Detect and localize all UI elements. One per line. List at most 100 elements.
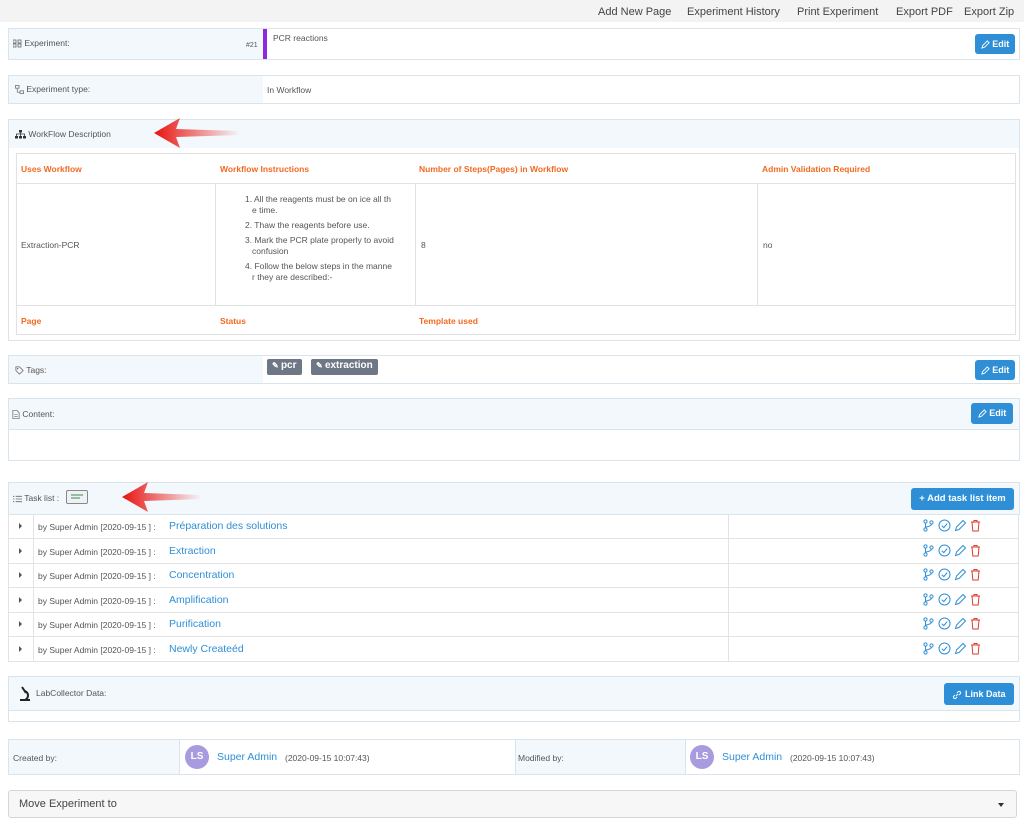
expand-arrow-icon[interactable]: [19, 523, 22, 529]
pencil-icon: [980, 40, 990, 49]
branch-icon[interactable]: [923, 568, 934, 581]
task-title-link[interactable]: Amplification: [169, 594, 229, 606]
task-title-link[interactable]: Concentration: [169, 569, 234, 581]
steps-value: 8: [421, 240, 426, 250]
task-row[interactable]: by Super Admin [2020-09-15 ] : Extraction: [8, 538, 1019, 564]
pencil-icon[interactable]: [954, 642, 967, 655]
check-circle-icon[interactable]: [938, 544, 951, 557]
pencil-icon: [977, 409, 987, 418]
branch-icon[interactable]: [923, 592, 934, 606]
task-view-icon: [71, 494, 83, 499]
header-page: Page: [21, 316, 42, 326]
link-data-button[interactable]: Link Data: [944, 683, 1014, 705]
check-circle-icon[interactable]: [938, 568, 951, 581]
col-divider: [728, 538, 729, 563]
add-new-page-link[interactable]: Add New Page: [598, 6, 671, 18]
col-divider: [179, 740, 180, 774]
row-divider: [17, 183, 1015, 184]
edit-label: Edit: [989, 408, 1007, 418]
task-author: by Super Admin [2020-09-15 ] :: [38, 546, 156, 557]
task-title-link[interactable]: Newly Createéd: [169, 643, 244, 655]
task-list-label-text: Task list :: [24, 493, 60, 503]
expand-arrow-icon[interactable]: [19, 645, 22, 652]
trash-icon[interactable]: [970, 642, 981, 655]
labcollector-header: [9, 677, 1019, 710]
tag-extraction[interactable]: ✎ extraction: [311, 359, 378, 375]
export-pdf-link[interactable]: Export PDF: [896, 6, 953, 18]
purple-marker: [263, 29, 267, 59]
task-row[interactable]: by Super Admin [2020-09-15 ] : Purificati…: [8, 612, 1019, 637]
link-data-label: Link Data: [965, 689, 1006, 699]
branch-icon[interactable]: [923, 617, 934, 630]
task-author: by Super Admin [2020-09-15 ] :: [38, 522, 156, 532]
col-divider: [728, 563, 729, 587]
task-actions: [923, 519, 1015, 533]
content-label-text: Content:: [22, 409, 55, 419]
task-row[interactable]: by Super Admin [2020-09-15 ] : Préparatio…: [8, 514, 1019, 539]
pencil-icon[interactable]: [954, 544, 967, 557]
col-divider: [33, 636, 34, 661]
edit-experiment-button[interactable]: Edit: [975, 34, 1015, 54]
task-title-link[interactable]: Préparation des solutions: [169, 520, 288, 532]
pencil-icon[interactable]: [954, 568, 967, 581]
header-template-used: Template used: [419, 316, 478, 326]
sitemap-icon: [15, 85, 24, 95]
tag-icon: [15, 366, 24, 375]
org-chart-icon: [15, 130, 26, 139]
modified-by-name[interactable]: Super Admin: [722, 751, 782, 763]
instruction-item: 4. Follow the below steps in the manne r …: [245, 261, 392, 282]
expand-arrow-icon[interactable]: [19, 572, 22, 578]
experiment-type-value: In Workflow: [267, 85, 312, 95]
red-arrow-annotation: [122, 482, 202, 512]
workflow-instructions-list: 1. All the reagents must be on ice all t…: [245, 194, 415, 283]
content-panel: Content: Edit: [8, 398, 1020, 461]
instruction-item: 1. All the reagents must be on ice all t…: [245, 194, 392, 215]
move-experiment-label: Move Experiment to: [19, 798, 117, 810]
tag-small-icon: ✎: [272, 361, 281, 370]
check-circle-icon[interactable]: [938, 642, 951, 655]
labcollector-divider: [9, 710, 1019, 711]
tags-panel: Tags: Edit: [8, 355, 1020, 384]
branch-icon[interactable]: [923, 519, 934, 532]
col-divider: [515, 740, 516, 774]
tag-text: extraction: [324, 360, 373, 371]
add-task-list-item-button[interactable]: + Add task list item: [911, 488, 1014, 510]
branch-icon[interactable]: [923, 641, 934, 655]
trash-icon[interactable]: [970, 519, 981, 532]
content-label: Content:: [12, 409, 55, 420]
task-row[interactable]: by Super Admin [2020-09-15 ] : Newly Crea…: [8, 636, 1019, 662]
trash-icon[interactable]: [970, 568, 981, 581]
task-row[interactable]: by Super Admin [2020-09-15 ] : Concentrat…: [8, 563, 1019, 588]
trash-icon[interactable]: [970, 544, 981, 557]
trash-icon[interactable]: [970, 617, 981, 630]
task-title-link[interactable]: Purification: [169, 618, 221, 630]
task-author: by Super Admin [2020-09-15 ] :: [38, 644, 156, 655]
task-list-label: Task list :: [13, 493, 59, 503]
export-zip-link[interactable]: Export Zip: [964, 6, 1014, 18]
edit-content-button[interactable]: Edit: [971, 403, 1013, 424]
move-experiment-select[interactable]: Move Experiment to: [8, 790, 1017, 818]
expand-arrow-icon[interactable]: [19, 621, 22, 627]
check-circle-icon[interactable]: [938, 593, 951, 606]
print-experiment-link[interactable]: Print Experiment: [797, 6, 878, 18]
tag-pcr[interactable]: ✎ pcr: [267, 359, 302, 375]
task-view-toggle-button[interactable]: [66, 490, 88, 504]
task-actions: [923, 641, 1015, 656]
pencil-icon[interactable]: [954, 593, 967, 606]
experiment-history-link[interactable]: Experiment History: [687, 6, 780, 18]
task-row[interactable]: by Super Admin [2020-09-15 ] : Amplificat…: [8, 587, 1019, 613]
created-by-name[interactable]: Super Admin: [217, 751, 277, 763]
edit-tags-button[interactable]: Edit: [975, 360, 1015, 380]
check-circle-icon[interactable]: [938, 617, 951, 630]
expand-arrow-icon[interactable]: [19, 596, 22, 603]
task-title-link[interactable]: Extraction: [169, 545, 216, 557]
experiment-name: PCR reactions: [273, 33, 328, 43]
branch-icon[interactable]: [923, 543, 934, 557]
expand-arrow-icon[interactable]: [19, 547, 22, 554]
created-by-label: Created by:: [13, 753, 57, 763]
pencil-icon[interactable]: [954, 617, 967, 630]
pencil-icon[interactable]: [954, 519, 967, 532]
task-author: by Super Admin [2020-09-15 ] :: [38, 571, 156, 581]
check-circle-icon[interactable]: [938, 519, 951, 532]
trash-icon[interactable]: [970, 593, 981, 606]
